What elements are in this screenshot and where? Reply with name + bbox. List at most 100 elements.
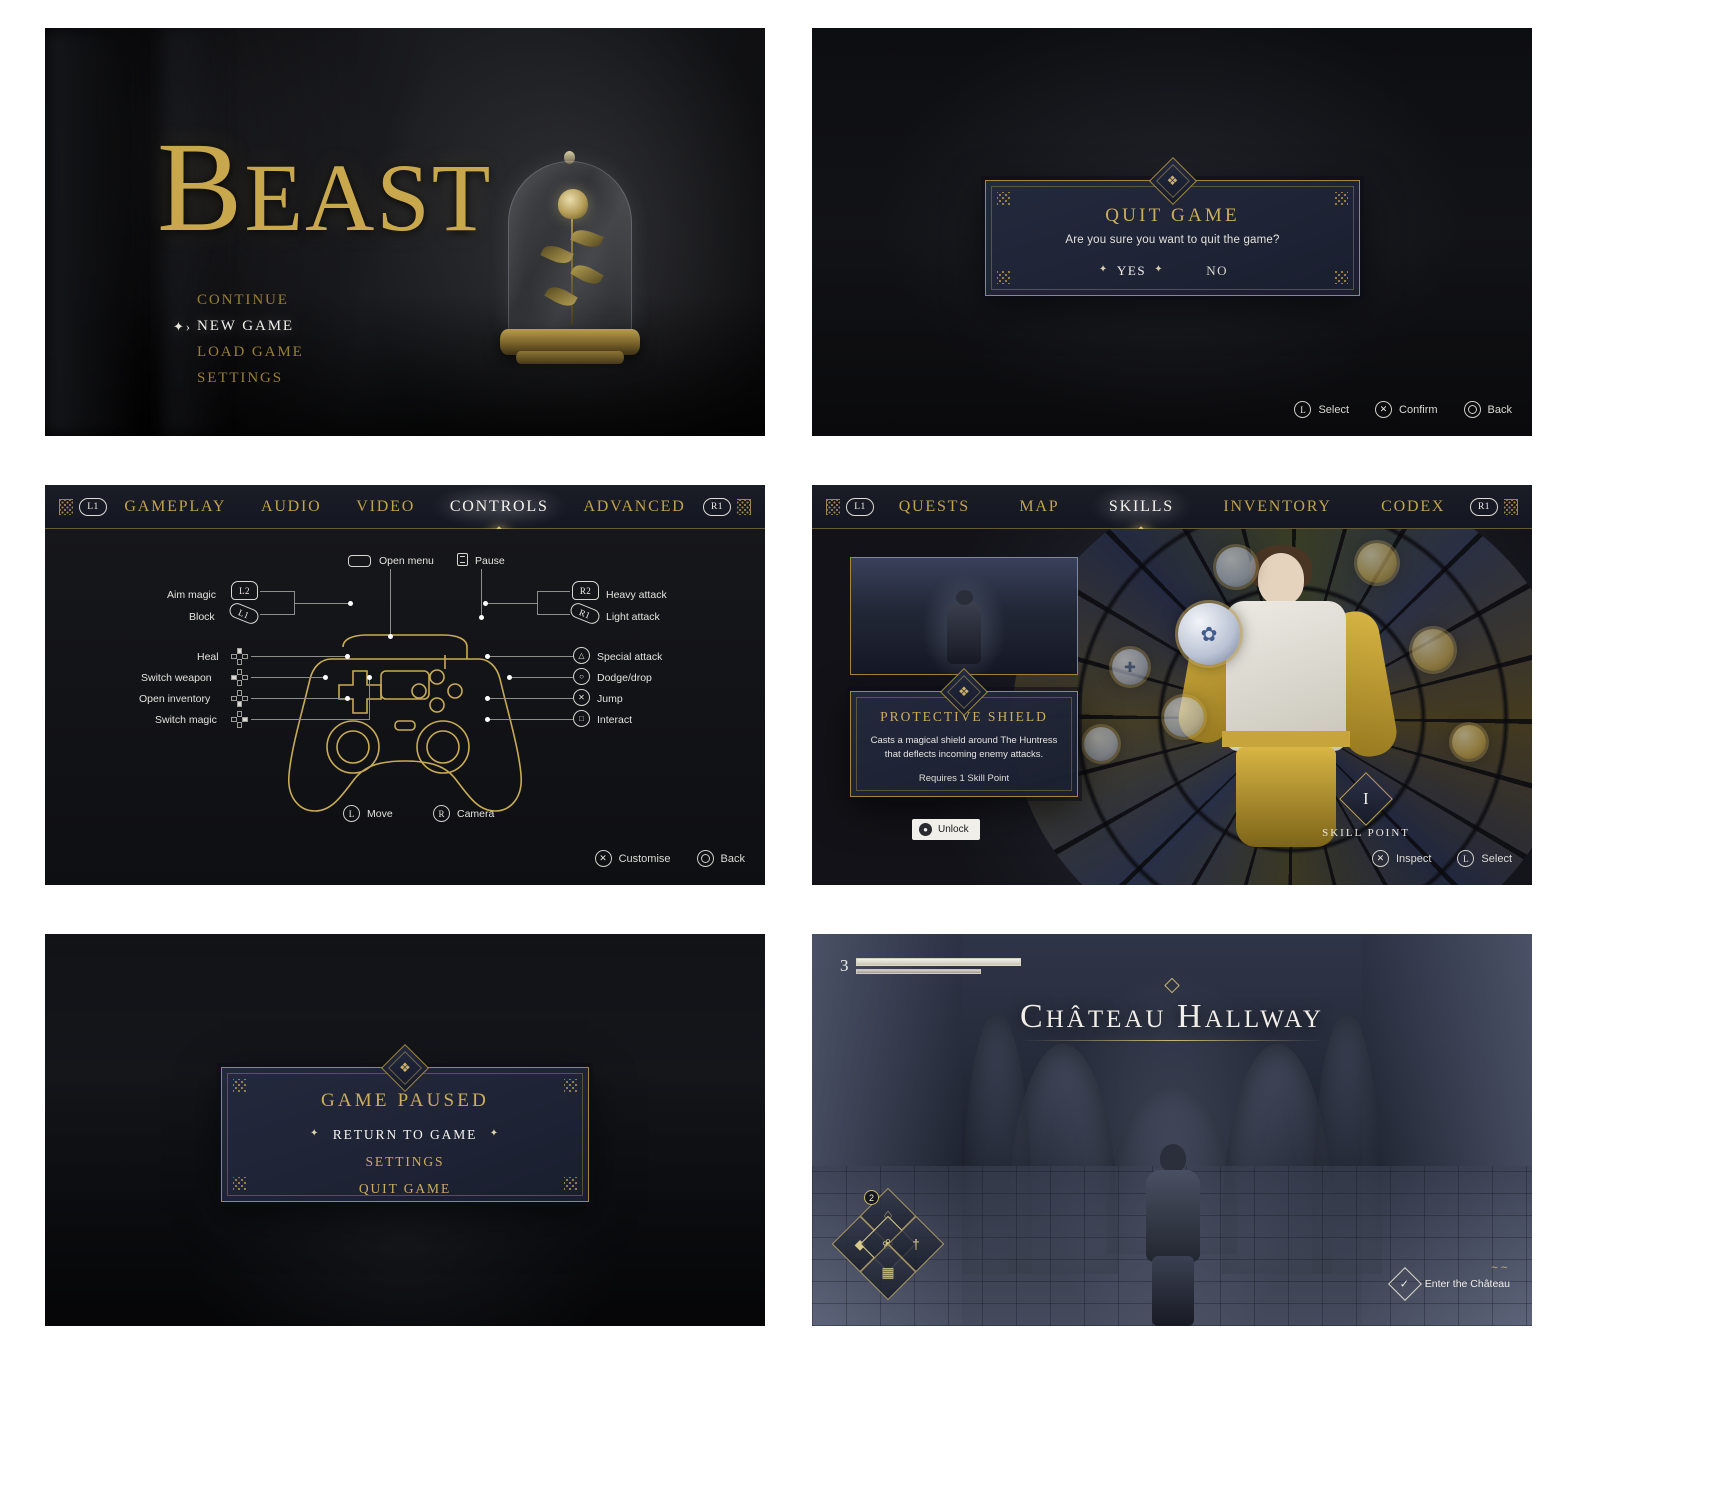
pause-item-label: QUIT GAME xyxy=(358,1181,452,1196)
skill-node-selected[interactable]: ✿ xyxy=(1178,603,1240,665)
binding-label-move: Move xyxy=(367,807,393,820)
binding-label-light-attack: Light attack xyxy=(606,611,660,623)
skill-node[interactable] xyxy=(1412,629,1454,671)
quit-dialog-panel: ❖ QUIT GAME Are you sure you want to qui… xyxy=(812,28,1532,436)
rose-icon: ✿ xyxy=(1200,623,1218,646)
bumper-r1-icon[interactable]: R1 xyxy=(703,497,731,516)
menu-item-new-game[interactable]: ✦› NEW GAME xyxy=(173,318,304,335)
cross-button-icon: ✕ xyxy=(1371,850,1389,867)
pause-item-return-to-game[interactable]: ✦ RETURN TO GAME ✦ xyxy=(222,1127,588,1143)
selection-flourish-right-icon: ✦ xyxy=(489,1128,500,1139)
stick-binding-camera: R Camera xyxy=(433,805,494,822)
cross-button-icon: ✕ xyxy=(594,850,612,867)
binding-label-block: Block xyxy=(189,611,215,623)
portrait-legs xyxy=(1236,747,1336,847)
skills-screen: L1 QUESTS MAP SKILLS INVENTORY CODEX R1 xyxy=(812,485,1532,885)
tabbar-corner-right-icon xyxy=(737,498,751,515)
bumper-l1-icon[interactable]: L1 xyxy=(79,497,107,516)
tab-gameplay[interactable]: GAMEPLAY xyxy=(116,494,234,520)
prompt-label: Back xyxy=(1487,403,1512,416)
skill-node[interactable] xyxy=(1164,697,1204,737)
controller-diagram: Open menu Pause Aim magic L2 Block L1 He… xyxy=(45,529,765,885)
menu-item-label: SETTINGS xyxy=(197,370,284,386)
leader-dot xyxy=(479,615,484,620)
pause-item-quit-game[interactable]: QUIT GAME xyxy=(222,1181,588,1197)
button-prompts: ✕ Inspect L Select xyxy=(1371,850,1512,867)
interact-label: Enter the Château xyxy=(1424,1278,1510,1290)
player-level: 3 xyxy=(840,956,849,975)
pause-item-settings[interactable]: SETTINGS xyxy=(222,1154,588,1170)
button-prompts: ✕ Customise Back xyxy=(594,850,745,867)
circle-button-icon xyxy=(1463,401,1481,418)
left-stick-icon: L xyxy=(1457,850,1475,867)
prompt-back[interactable]: Back xyxy=(1463,401,1512,418)
dialog-title: QUIT GAME xyxy=(1105,205,1240,226)
leader-line xyxy=(260,591,295,592)
unlock-label: Unlock xyxy=(938,824,969,835)
dpad-up-icon xyxy=(231,648,248,665)
tab-skills[interactable]: SKILLS xyxy=(1082,485,1201,545)
yes-button[interactable]: ✦ YES ✦ xyxy=(1099,263,1163,279)
skill-tree-body: ✿ ✚ ❖ PROTECTIVE SHIELD Casts a magical … xyxy=(812,529,1532,885)
portrait-torso xyxy=(1226,601,1346,751)
tab-video[interactable]: VIDEO xyxy=(348,494,423,520)
leader-line xyxy=(488,719,573,720)
diamond-glyph-icon: ❖ xyxy=(1166,173,1179,188)
prompt-select[interactable]: L Select xyxy=(1294,401,1349,418)
health-bar-group: 3 xyxy=(840,956,1021,976)
prompt-inspect[interactable]: ✕ Inspect xyxy=(1371,850,1431,867)
binding-label-jump: Jump xyxy=(597,693,623,705)
prompt-select[interactable]: L Select xyxy=(1457,850,1512,867)
bars xyxy=(855,958,1021,974)
leader-line xyxy=(510,677,573,678)
checkmark-diamond-icon: ✓ xyxy=(1387,1267,1422,1301)
prompt-label: Customise xyxy=(618,852,671,865)
mockup-sheet: Beast CONTINUE ✦› NEW GAME LOAD GAME SET… xyxy=(0,0,1726,1510)
binding-label-aim-magic: Aim magic xyxy=(167,589,217,601)
skill-point-display: I SKILL POINT xyxy=(1322,772,1410,839)
leader-line xyxy=(251,719,370,720)
tab-audio[interactable]: AUDIO xyxy=(253,494,330,520)
unlock-button[interactable]: ● Unlock xyxy=(912,819,980,840)
player-head xyxy=(1160,1144,1186,1172)
pause-title: GAME PAUSED xyxy=(320,1090,490,1111)
menu-item-continue[interactable]: CONTINUE xyxy=(197,292,304,309)
prompt-customise[interactable]: ✕ Customise xyxy=(594,850,671,867)
leader-line xyxy=(487,603,537,604)
prompt-back[interactable]: Back xyxy=(696,850,745,867)
skill-node[interactable] xyxy=(1216,547,1256,587)
no-button[interactable]: NO xyxy=(1206,263,1228,279)
skill-node[interactable]: ✚ xyxy=(1112,649,1148,685)
skill-node[interactable] xyxy=(1452,725,1486,759)
dpad-right-icon xyxy=(231,711,248,728)
skill-node[interactable] xyxy=(1084,727,1118,761)
leader-line xyxy=(251,656,348,657)
menu-item-load-game[interactable]: LOAD GAME xyxy=(197,344,304,361)
tab-advanced[interactable]: ADVANCED xyxy=(575,494,693,520)
pause-item-label: SETTINGS xyxy=(365,1154,445,1169)
health-bar xyxy=(855,958,1021,966)
button-l2-icon: L2 xyxy=(231,581,258,600)
game-title: Beast xyxy=(157,116,493,258)
leader-dot xyxy=(483,601,488,606)
yes-label: YES xyxy=(1116,263,1147,278)
settings-tabbar: L1 GAMEPLAY AUDIO VIDEO CONTROLS ADVANCE… xyxy=(45,485,765,545)
dialog-choices: ✦ YES ✦ NO xyxy=(986,263,1359,279)
selection-flourish-left-icon: ✦ xyxy=(310,1128,321,1139)
dpad-down-icon xyxy=(231,690,248,707)
skill-requirement: Requires 1 Skill Point xyxy=(918,772,1010,784)
prompt-confirm[interactable]: ✕ Confirm xyxy=(1375,401,1438,418)
tab-codex[interactable]: CODEX xyxy=(1373,494,1453,520)
interact-prompt[interactable]: ∼∼ ✓ Enter the Château xyxy=(1387,1262,1510,1301)
menu-item-settings[interactable]: SETTINGS xyxy=(197,370,304,387)
skill-info-card: ❖ PROTECTIVE SHIELD Casts a magical shie… xyxy=(850,667,1078,797)
skill-node[interactable] xyxy=(1357,543,1397,583)
tab-quests[interactable]: QUESTS xyxy=(891,494,978,520)
bumper-l1-icon[interactable]: L1 xyxy=(846,497,874,516)
quit-dialog: ❖ QUIT GAME Are you sure you want to qui… xyxy=(985,156,1360,296)
tab-inventory[interactable]: INVENTORY xyxy=(1215,494,1339,520)
tab-map[interactable]: MAP xyxy=(1011,494,1067,520)
bumper-r1-icon[interactable]: R1 xyxy=(1470,497,1498,516)
tab-controls[interactable]: CONTROLS xyxy=(429,485,569,545)
dialog-message: Are you sure you want to quit the game? xyxy=(1065,234,1280,246)
